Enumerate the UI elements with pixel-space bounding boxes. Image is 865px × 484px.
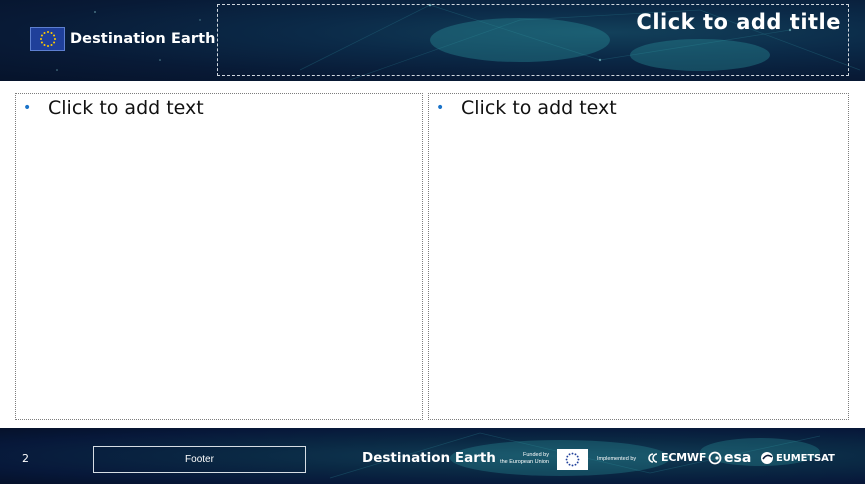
ecmwf-mark-icon <box>647 452 659 463</box>
bullet-icon: • <box>436 100 445 116</box>
slide-header-banner: Destination Earth Click to add title <box>0 0 865 81</box>
eumetsat-logo: EUMETSAT <box>760 451 835 465</box>
header-brand: Destination Earth <box>30 27 216 51</box>
content-placeholder-right[interactable]: • Click to add text <box>428 93 849 420</box>
footer-placeholder-text: Footer <box>185 454 214 465</box>
bullet-item: • Click to add text <box>23 97 204 119</box>
slide-footer-banner: 2 Footer Destination Earth Funded by the… <box>0 428 865 484</box>
content-placeholder-text: Click to add text <box>48 97 204 119</box>
eu-flag-icon <box>557 449 588 470</box>
ecmwf-text: ECMWF <box>661 451 707 464</box>
eumetsat-text: EUMETSAT <box>776 452 835 464</box>
bullet-item: • Click to add text <box>436 97 617 119</box>
content-placeholder-left[interactable]: • Click to add text <box>15 93 423 420</box>
funded-by-line-1: Funded by <box>523 452 549 458</box>
title-placeholder-text: Click to add title <box>636 10 841 34</box>
footer-brand-name: Destination Earth <box>362 450 496 466</box>
title-placeholder[interactable]: Click to add title <box>217 4 849 76</box>
slide-number: 2 <box>22 452 29 465</box>
content-placeholder-text: Click to add text <box>461 97 617 119</box>
footer-placeholder[interactable]: Footer <box>93 446 306 473</box>
eu-flag-icon <box>30 27 65 51</box>
esa-text: esa <box>724 450 752 466</box>
bullet-icon: • <box>23 100 32 116</box>
esa-logo: esa <box>708 451 751 465</box>
funded-by-line-2: the European Union <box>500 459 549 465</box>
ecmwf-logo: ECMWF <box>647 451 706 464</box>
eumetsat-mark-icon <box>760 451 774 465</box>
header-brand-name: Destination Earth <box>70 31 216 47</box>
esa-mark-icon <box>708 451 722 465</box>
implemented-by-label: Implemented by <box>597 456 637 462</box>
funded-by-label: Funded by the European Union <box>497 452 549 466</box>
